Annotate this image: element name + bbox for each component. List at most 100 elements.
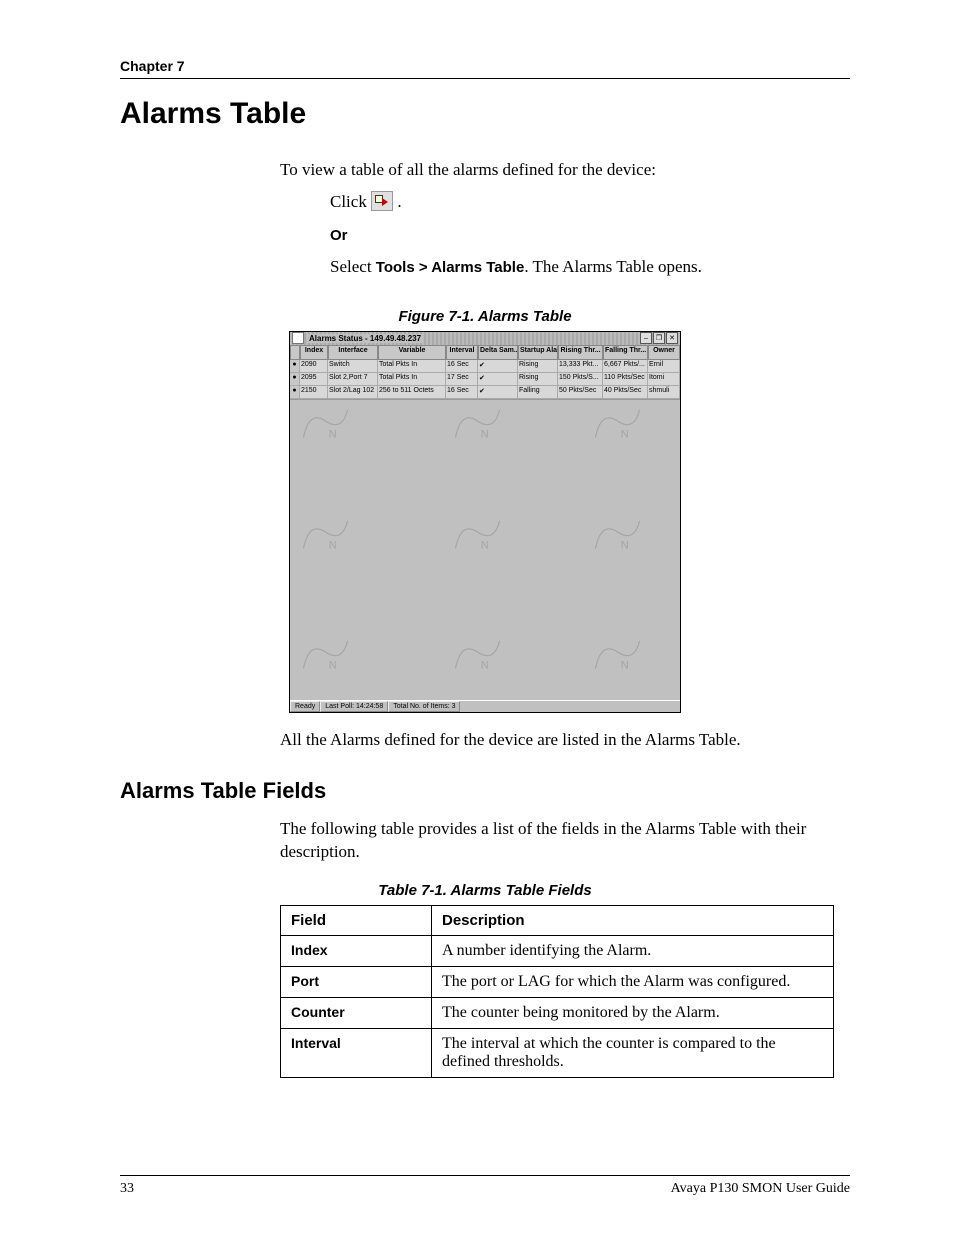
cell: ● [290, 373, 300, 386]
grid-header-row: Index Interface Variable Interval Delta … [290, 345, 680, 360]
cell: 110 Pkts/Sec [603, 373, 648, 386]
cell: Total Pkts In [378, 360, 446, 373]
watermark-icon: N [450, 404, 505, 449]
col-falling[interactable]: Falling Thr... [603, 345, 648, 360]
cell: 16 Sec [446, 360, 478, 373]
cell: ✔ [478, 373, 518, 386]
th-description: Description [432, 905, 834, 935]
select-suffix: . The Alarms Table opens. [524, 257, 702, 276]
cell: Rising [518, 360, 558, 373]
cell: 2090 [300, 360, 328, 373]
steps-block: Click . Or Select Tools > Alarms Table. … [330, 190, 850, 280]
status-ready: Ready [290, 701, 320, 712]
maximize-icon[interactable]: ❐ [653, 332, 665, 344]
table-row: PortThe port or LAG for which the Alarm … [281, 966, 834, 997]
minimize-icon[interactable]: – [640, 332, 652, 344]
status-total: Total No. of Items: 3 [388, 701, 460, 712]
cell: Slot 2/Lag 102 [328, 386, 378, 399]
cell: 150 Pkts/S... [558, 373, 603, 386]
cell: 13,333 Pkt... [558, 360, 603, 373]
col-selector[interactable] [290, 345, 300, 360]
click-period: . [397, 192, 401, 211]
col-startup[interactable]: Startup Ala... [518, 345, 558, 360]
table-header-row: Field Description [281, 905, 834, 935]
cell: 40 Pkts/Sec [603, 386, 648, 399]
watermark-icon: N [590, 635, 645, 680]
field-desc: The counter being monitored by the Alarm… [432, 997, 834, 1028]
cell: Switch [328, 360, 378, 373]
svg-text:N: N [621, 659, 629, 671]
cell: Slot 2,Port 7 [328, 373, 378, 386]
watermark-icon: N [450, 515, 505, 560]
cell: 17 Sec [446, 373, 478, 386]
col-interval[interactable]: Interval [446, 345, 478, 360]
table-row[interactable]: ●2095Slot 2,Port 7Total Pkts In17 Sec✔Ri… [290, 373, 680, 386]
field-name: Counter [281, 997, 432, 1028]
watermark-icon: N [590, 515, 645, 560]
click-label: Click [330, 192, 371, 211]
watermark-icon: N [298, 404, 353, 449]
status-last-poll: Last Poll: 14:24:58 [320, 701, 388, 712]
svg-text:N: N [621, 428, 629, 440]
cell: 2095 [300, 373, 328, 386]
doc-title: Avaya P130 SMON User Guide [671, 1181, 850, 1197]
table-row[interactable]: ●2090SwitchTotal Pkts In16 Sec✔Rising13,… [290, 360, 680, 373]
figure-caption: Figure 7-1. Alarms Table [120, 308, 850, 325]
field-name: Index [281, 935, 432, 966]
cell: ✔ [478, 386, 518, 399]
page-number: 33 [120, 1181, 134, 1197]
watermark-icon: N [450, 635, 505, 680]
section-title-fields: Alarms Table Fields [120, 778, 850, 804]
th-field: Field [281, 905, 432, 935]
page-title: Alarms Table [120, 97, 850, 131]
grid-empty-area: N N N N N N N N N [290, 399, 680, 700]
alarms-toolbar-icon [371, 191, 393, 211]
fields-intro: The following table provides a list of t… [280, 818, 850, 864]
svg-text:N: N [481, 539, 489, 551]
svg-text:N: N [329, 659, 337, 671]
cell: 256 to 511 Octets [378, 386, 446, 399]
cell: 50 Pkts/Sec [558, 386, 603, 399]
field-desc: A number identifying the Alarm. [432, 935, 834, 966]
select-menu-path: Tools > Alarms Table [376, 259, 525, 276]
or-label: Or [330, 227, 348, 244]
table-row: CounterThe counter being monitored by th… [281, 997, 834, 1028]
after-figure-text: All the Alarms defined for the device ar… [280, 729, 850, 752]
cell: Ernil [648, 360, 680, 373]
field-desc: The interval at which the counter is com… [432, 1028, 834, 1077]
table-row[interactable]: ●2150Slot 2/Lag 102256 to 511 Octets16 S… [290, 386, 680, 399]
watermark-icon: N [298, 515, 353, 560]
page-footer: 33 Avaya P130 SMON User Guide [120, 1181, 850, 1197]
col-interface[interactable]: Interface [328, 345, 378, 360]
col-variable[interactable]: Variable [378, 345, 446, 360]
select-prefix: Select [330, 257, 376, 276]
svg-text:N: N [329, 428, 337, 440]
svg-text:N: N [329, 539, 337, 551]
window-titlebar: Alarms Status - 149.49.48.237 – ❐ ✕ [290, 332, 680, 345]
fields-table: Field Description IndexA number identify… [280, 905, 834, 1078]
cell: shmuli [648, 386, 680, 399]
svg-text:N: N [621, 539, 629, 551]
field-name: Interval [281, 1028, 432, 1077]
table-row: IntervalThe interval at which the counte… [281, 1028, 834, 1077]
window-title: Alarms Status - 149.49.48.237 [307, 334, 423, 343]
field-desc: The port or LAG for which the Alarm was … [432, 966, 834, 997]
field-name: Port [281, 966, 432, 997]
chapter-label: Chapter 7 [120, 58, 850, 74]
close-icon[interactable]: ✕ [666, 332, 678, 344]
header-rule [120, 78, 850, 79]
table-row: IndexA number identifying the Alarm. [281, 935, 834, 966]
cell: Itomi [648, 373, 680, 386]
col-owner[interactable]: Owner [648, 345, 680, 360]
cell: ● [290, 386, 300, 399]
cell: 16 Sec [446, 386, 478, 399]
cell: Total Pkts In [378, 373, 446, 386]
svg-text:N: N [481, 428, 489, 440]
cell: 6,667 Pkts/... [603, 360, 648, 373]
intro-text: To view a table of all the alarms define… [280, 159, 850, 182]
col-delta[interactable]: Delta Sam... [478, 345, 518, 360]
col-rising[interactable]: Rising Thr... [558, 345, 603, 360]
watermark-icon: N [590, 404, 645, 449]
col-index[interactable]: Index [300, 345, 328, 360]
cell: Falling [518, 386, 558, 399]
